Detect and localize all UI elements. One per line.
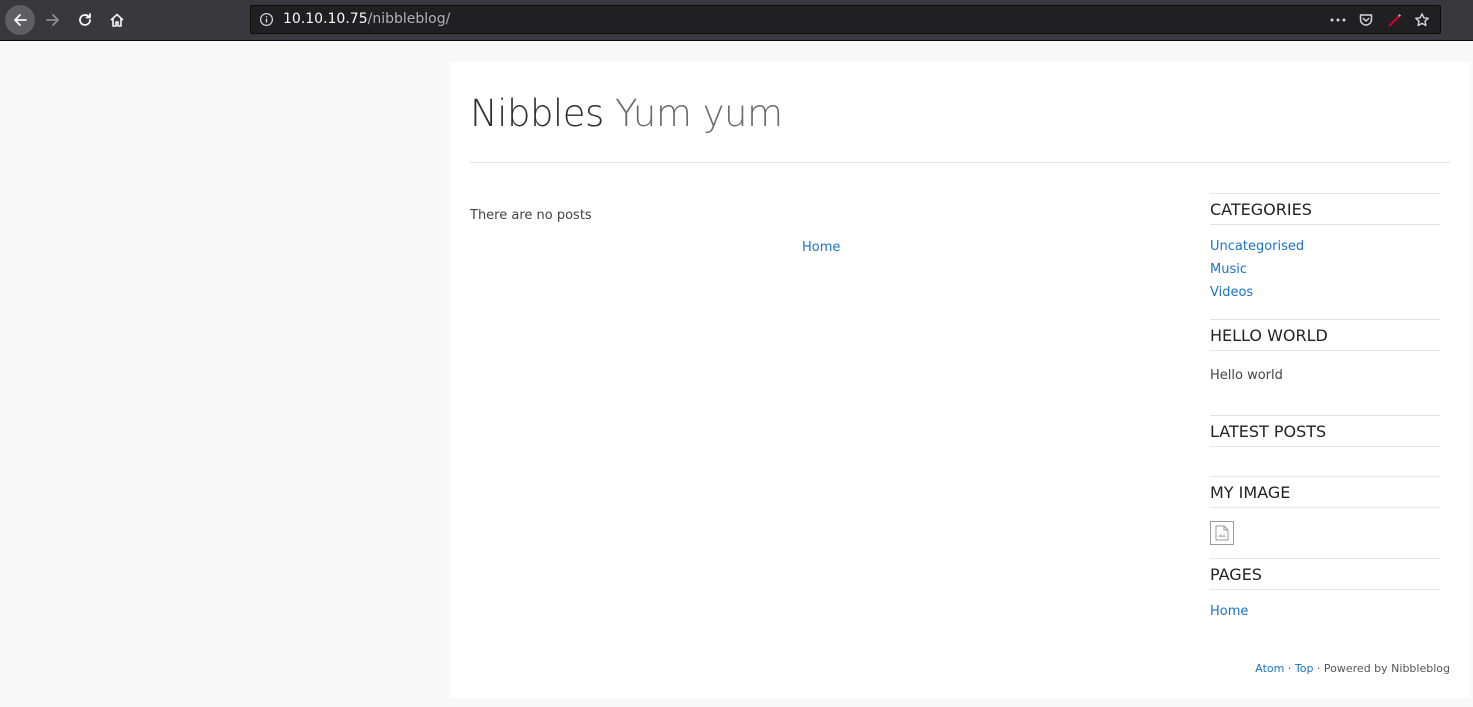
address-bar[interactable]: 10.10.10.75/nibbleblog/ bbox=[250, 5, 1441, 34]
broken-image-icon bbox=[1210, 521, 1234, 545]
url-path: /nibbleblog/ bbox=[367, 11, 451, 27]
reload-button[interactable] bbox=[70, 5, 100, 35]
atom-link[interactable]: Atom bbox=[1255, 662, 1284, 675]
reload-icon bbox=[79, 13, 91, 26]
site-info-icon[interactable] bbox=[259, 12, 274, 31]
my-image-title: MY IMAGE bbox=[1210, 477, 1440, 508]
forward-icon bbox=[46, 14, 59, 26]
hello-world-plugin: HELLO WORLD Hello world bbox=[1210, 319, 1440, 415]
blog-slogan: Yum yum bbox=[615, 92, 783, 135]
powered-by-text: · Powered by Nibbleblog bbox=[1313, 662, 1450, 675]
back-icon bbox=[14, 14, 27, 26]
more-icon bbox=[1330, 18, 1346, 22]
browser-toolbar: 10.10.10.75/nibbleblog/ bbox=[0, 0, 1473, 41]
bookmark-star-icon bbox=[1415, 13, 1429, 27]
forward-button[interactable] bbox=[38, 5, 68, 35]
url-host: 10.10.10.75 bbox=[283, 11, 368, 27]
hello-world-title: HELLO WORLD bbox=[1210, 320, 1440, 351]
categories-title: CATEGORIES bbox=[1210, 194, 1440, 225]
latest-posts-title: LATEST POSTS bbox=[1210, 416, 1440, 447]
page-link-home[interactable]: Home bbox=[1210, 600, 1440, 623]
home-icon bbox=[110, 13, 124, 27]
category-link-uncategorised[interactable]: Uncategorised bbox=[1210, 235, 1440, 258]
category-link-videos[interactable]: Videos bbox=[1210, 281, 1440, 304]
latest-posts-plugin: LATEST POSTS bbox=[1210, 415, 1440, 476]
blog-page: Nibbles Yum yum There are no posts Home … bbox=[450, 62, 1470, 698]
pages-plugin: PAGES Home bbox=[1210, 558, 1440, 635]
back-button[interactable] bbox=[5, 5, 35, 35]
bookmark-button[interactable] bbox=[1408, 9, 1436, 31]
footer-separator: · bbox=[1284, 662, 1295, 675]
pager-home-link[interactable]: Home bbox=[802, 240, 840, 255]
pocket-icon bbox=[1359, 14, 1373, 26]
blog-name: Nibbles bbox=[470, 92, 604, 135]
categories-plugin: CATEGORIES Uncategorised Music Videos bbox=[1210, 193, 1440, 319]
home-button[interactable] bbox=[102, 5, 132, 35]
pages-title: PAGES bbox=[1210, 559, 1440, 590]
my-image-plugin: MY IMAGE bbox=[1210, 476, 1440, 558]
page-actions-button[interactable] bbox=[1324, 9, 1352, 31]
pocket-button[interactable] bbox=[1352, 9, 1380, 31]
footer: Atom · Top · Powered by Nibbleblog bbox=[1255, 662, 1450, 675]
top-link[interactable]: Top bbox=[1295, 662, 1314, 675]
site-title: Nibbles Yum yum bbox=[470, 95, 1450, 132]
sidebar: CATEGORIES Uncategorised Music Videos HE… bbox=[1210, 193, 1440, 635]
pen-icon bbox=[1388, 14, 1401, 27]
pen-extension-button[interactable] bbox=[1380, 9, 1408, 31]
site-header: Nibbles Yum yum bbox=[470, 95, 1450, 163]
hello-world-text: Hello world bbox=[1210, 368, 1283, 383]
no-posts-message: There are no posts bbox=[470, 208, 592, 223]
category-link-music[interactable]: Music bbox=[1210, 258, 1440, 281]
url-text[interactable]: 10.10.10.75/nibbleblog/ bbox=[283, 11, 450, 27]
